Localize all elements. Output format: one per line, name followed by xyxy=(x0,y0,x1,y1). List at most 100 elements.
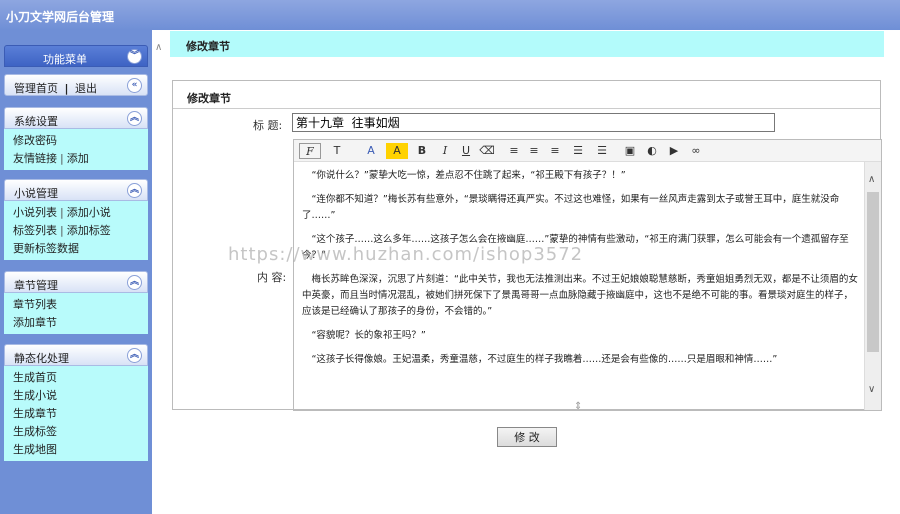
toolbar-b-button[interactable]: B xyxy=(414,143,430,159)
rich-text-editor[interactable]: F T A A B I U ⌫ ≡ ≡ ≡ ☰ ☰ ▣ ◐ ▶ ∞ “你说什么？”蒙挚大吃一惊，差点忍不住跳了起… xyxy=(293,139,882,412)
quick-links-bar: 管理首页 | 退出 « xyxy=(4,74,148,96)
toolbar-u-button[interactable]: U xyxy=(458,143,474,159)
align-center-icon[interactable]: ≡ xyxy=(526,143,542,159)
image-icon[interactable]: ▣ xyxy=(622,143,638,159)
align-left-icon[interactable]: ≡ xyxy=(506,143,522,159)
sidebar-link[interactable]: 生成章节 xyxy=(13,407,57,420)
content-paragraph: “这孩子长得像娘。王妃温柔，秀童温慈，不过庭生的样子我瞧着……还是会有些像的……… xyxy=(311,354,778,365)
toolbar-i-button[interactable]: I xyxy=(437,143,453,159)
sidebar-section-header[interactable]: 静态化处理 ︽ xyxy=(4,344,148,366)
content-label: 内 容: xyxy=(257,271,287,284)
sidebar-section: 小说管理 ︽ 小说列表 | 添加小说 标签列表 | 添加标签 更新标签数据 xyxy=(4,179,148,260)
sidebar-link[interactable]: 添加标签 xyxy=(67,224,111,237)
menu-header: 功能菜单 ︾ xyxy=(4,45,148,67)
form-title: 修改章节 xyxy=(187,92,231,105)
editor-toolbar: F T A A B I U ⌫ ≡ ≡ ≡ ☰ ☰ ▣ ◐ ▶ ∞ xyxy=(294,140,881,162)
sidebar-section-links: 修改密码友情链接 | 添加 xyxy=(4,129,148,170)
toolbar-a-button[interactable]: A xyxy=(360,143,382,159)
sidebar-row: 生成标签 xyxy=(13,423,148,441)
sidebar-row: 生成地图 xyxy=(13,441,148,459)
toolbar-f-button[interactable]: F xyxy=(299,143,321,159)
sidebar-link[interactable]: 小说列表 xyxy=(13,206,57,219)
sidebar-section-header[interactable]: 小说管理 ︽ xyxy=(4,179,148,201)
sidebar-section-header[interactable]: 系统设置 ︽ xyxy=(4,107,148,129)
sidebar-link[interactable]: 生成首页 xyxy=(13,371,57,384)
toolbar-t-button[interactable]: T xyxy=(326,143,348,159)
page-title: 修改章节 xyxy=(186,40,230,53)
toolbar-a-button[interactable]: A xyxy=(386,143,408,159)
submit-button[interactable]: 修 改 xyxy=(497,427,557,447)
quick-links: 管理首页 | 退出 « xyxy=(4,74,148,96)
sidebar-section: 章节管理 ︽ 章节列表添加章节 xyxy=(4,271,148,334)
link-icon[interactable]: ∞ xyxy=(688,143,704,159)
resize-handle-icon[interactable]: ⇕ xyxy=(574,401,582,412)
sidebar-link[interactable]: 生成地图 xyxy=(13,443,57,456)
sidebar-section-links: 章节列表 添加章节 xyxy=(4,293,148,334)
unordered-list-icon[interactable]: ☰ xyxy=(594,143,610,159)
ordered-list-icon[interactable]: ☰ xyxy=(570,143,586,159)
sidebar-link[interactable]: 添加小说 xyxy=(67,206,111,219)
flash-icon[interactable]: ◐ xyxy=(644,143,660,159)
separator: | xyxy=(60,206,64,219)
collapse-section-icon[interactable]: ︽ xyxy=(127,183,142,198)
sidebar-link[interactable]: 友情链接 xyxy=(13,152,57,165)
eraser-icon[interactable]: ⌫ xyxy=(479,143,495,159)
collapse-all-icon[interactable]: ︾ xyxy=(127,49,142,64)
top-bar: 小刀文学网后台管理 xyxy=(0,0,900,30)
app-title: 小刀文学网后台管理 xyxy=(6,10,115,24)
sidebar-link[interactable]: 添加 xyxy=(67,152,89,165)
sidebar-link[interactable]: 更新标签数据 xyxy=(13,242,79,255)
sidebar-section-title: 章节管理 xyxy=(14,279,58,292)
sidebar-row: 生成首页 xyxy=(13,369,148,387)
sidebar-link[interactable]: 生成标签 xyxy=(13,425,57,438)
form-header: 修改章节 xyxy=(173,81,880,109)
hide-sidebar-icon[interactable]: « xyxy=(127,78,142,93)
content-paragraph: “这个孩子……这么多年……这孩子怎么会在掖幽庭……”蒙挚的神情有些激动，“祁王府… xyxy=(302,234,849,261)
content-paragraph: “容貌呢？长的象祁王吗？” xyxy=(311,330,426,341)
sidebar-section-title: 小说管理 xyxy=(14,187,58,200)
sidebar-row: 章节列表 xyxy=(13,296,148,314)
collapse-section-icon[interactable]: ︽ xyxy=(127,111,142,126)
menu-title-bar[interactable]: 功能菜单 ︾ xyxy=(4,45,148,67)
editor-scrollbar[interactable]: ∧ ∨ xyxy=(864,162,881,410)
sidebar-section-title: 系统设置 xyxy=(14,115,58,128)
sidebar-row: 友情链接 | 添加 xyxy=(13,150,148,168)
media-icon[interactable]: ▶ xyxy=(666,143,682,159)
sidebar-link[interactable]: 章节列表 xyxy=(13,298,57,311)
scrollbar-thumb[interactable] xyxy=(867,192,879,352)
sidebar-section-links: 生成首页生成小说生成章节生成标签生成地图 xyxy=(4,366,148,461)
admin-home-link[interactable]: 管理首页 xyxy=(14,82,58,95)
page-header: 修改章节 xyxy=(170,31,884,57)
sidebar-row: 生成章节 xyxy=(13,405,148,423)
sidebar-row: 生成小说 xyxy=(13,387,148,405)
frame-scroll-up-icon[interactable]: ∧ xyxy=(155,42,165,53)
scroll-up-icon[interactable]: ∧ xyxy=(868,174,875,185)
align-right-icon[interactable]: ≡ xyxy=(547,143,563,159)
sidebar-section: 系统设置 ︽ 修改密码友情链接 | 添加 xyxy=(4,107,148,170)
separator: | xyxy=(64,82,69,95)
editor-content[interactable]: “你说什么？”蒙挚大吃一惊，差点忍不住跳了起来，“祁王殿下有孩子？！” “连你都不… xyxy=(294,162,866,410)
sidebar-section: 静态化处理 ︽ 生成首页生成小说生成章节生成标签生成地图 xyxy=(4,344,148,461)
sidebar-row: 标签列表 | 添加标签 xyxy=(13,222,148,240)
sidebar-section-title: 静态化处理 xyxy=(14,352,69,365)
edit-chapter-form: 修改章节 标 题: 内 容: FTAABIU⌫≡≡≡☰☰▣◐▶∞ “你说什么？”… xyxy=(172,80,882,412)
sidebar-row: 添加章节 xyxy=(13,314,148,332)
title-input[interactable] xyxy=(292,113,775,132)
separator: | xyxy=(60,224,64,237)
sidebar-link[interactable]: 添加章节 xyxy=(13,316,57,329)
title-label: 标 题: xyxy=(253,119,283,132)
sidebar-row: 小说列表 | 添加小说 xyxy=(13,204,148,222)
scroll-down-icon[interactable]: ∨ xyxy=(868,384,875,395)
logout-link[interactable]: 退出 xyxy=(75,82,97,95)
sidebar-section-header[interactable]: 章节管理 ︽ xyxy=(4,271,148,293)
collapse-section-icon[interactable]: ︽ xyxy=(127,348,142,363)
sidebar: 功能菜单 ︾ 管理首页 | 退出 « 系统设置 ︽ 修改密码 友情链接 | 添加 小说管理 ︽… xyxy=(0,30,152,514)
sidebar-link[interactable]: 标签列表 xyxy=(13,224,57,237)
collapse-section-icon[interactable]: ︽ xyxy=(127,275,142,290)
sidebar-link[interactable]: 修改密码 xyxy=(13,134,57,147)
sidebar-link[interactable]: 生成小说 xyxy=(13,389,57,402)
separator: | xyxy=(60,152,64,165)
content-paragraph: “你说什么？”蒙挚大吃一惊，差点忍不住跳了起来，“祁王殿下有孩子？！” xyxy=(311,170,626,181)
sidebar-row: 修改密码 xyxy=(13,132,148,150)
sidebar-section-links: 小说列表 | 添加小说 标签列表 | 添加标签 更新标签数据 xyxy=(4,201,148,260)
